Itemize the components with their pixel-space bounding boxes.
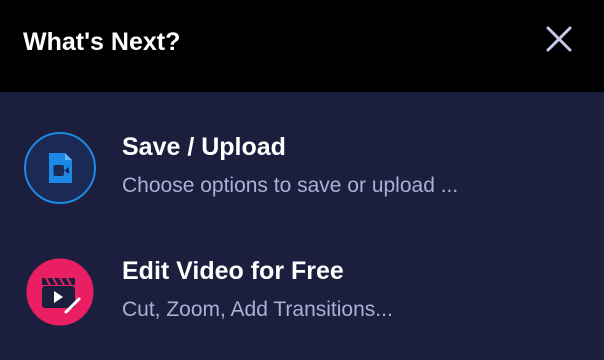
edit-video-option[interactable]: Edit Video for Free Cut, Zoom, Add Trans… — [0, 231, 604, 349]
video-file-icon — [24, 132, 96, 204]
edit-video-title: Edit Video for Free — [122, 257, 344, 285]
save-upload-subtitle: Choose options to save or upload ... — [122, 174, 459, 197]
whats-next-dialog: What's Next? Save / Upload Choose option… — [0, 0, 604, 360]
close-button[interactable] — [540, 20, 578, 58]
edit-video-subtitle: Cut, Zoom, Add Transitions... — [122, 298, 393, 321]
save-upload-title: Save / Upload — [122, 133, 286, 161]
save-upload-option[interactable]: Save / Upload Choose options to save or … — [0, 107, 604, 225]
dialog-header: What's Next? — [0, 0, 604, 92]
dialog-title: What's Next? — [23, 28, 181, 56]
video-editor-icon — [24, 256, 96, 328]
close-icon — [546, 26, 572, 52]
